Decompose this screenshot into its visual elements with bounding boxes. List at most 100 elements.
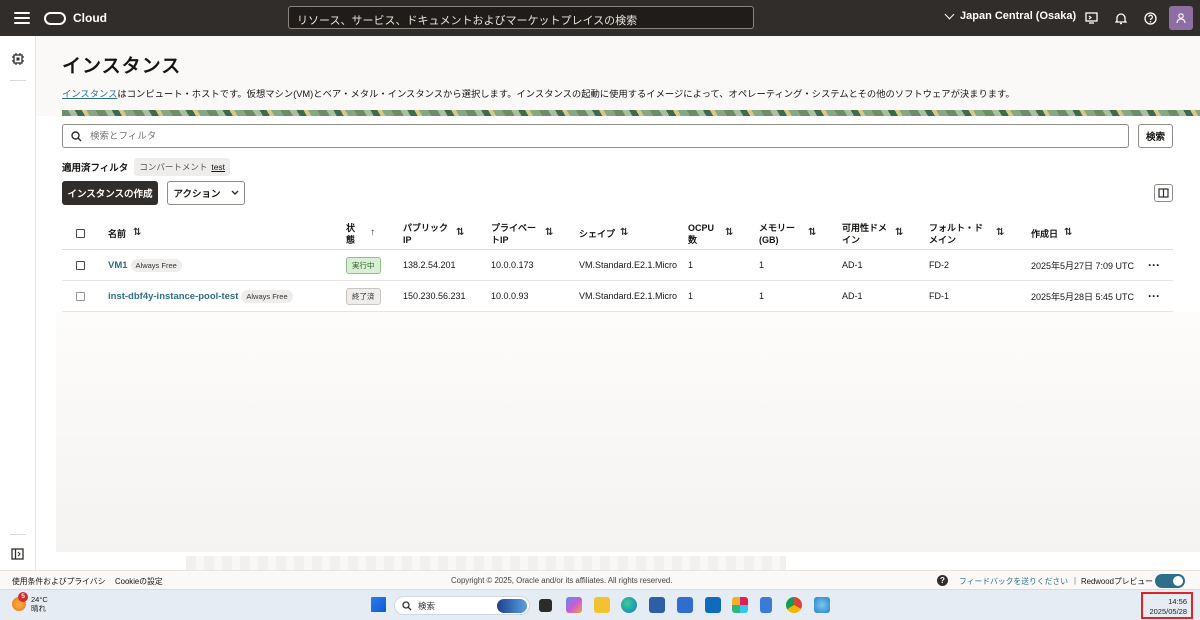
actions-dropdown-button[interactable]: アクション xyxy=(167,181,245,205)
system-clock[interactable]: 14:56 2025/05/28 xyxy=(1141,592,1193,619)
notification-badge: 5 xyxy=(18,592,28,602)
fault-domain-cell: FD-2 xyxy=(929,260,949,270)
region-selector[interactable]: Japan Central (Osaka) xyxy=(944,9,1076,22)
compute-chip-icon[interactable] xyxy=(11,52,25,66)
weather-condition: 晴れ xyxy=(31,604,46,613)
col-header-private-ip[interactable]: プライベー トIP xyxy=(491,217,536,250)
private-ip-cell: 10.0.0.173 xyxy=(491,260,534,270)
weather-widget[interactable]: 5 24°C 晴れ xyxy=(12,592,48,613)
decorative-pattern xyxy=(186,556,786,570)
global-search-input[interactable]: リソース、サービス、ドキュメントおよびマーケットプレイスの検索 xyxy=(288,6,754,29)
sort-icon[interactable]: ⇅ xyxy=(996,227,1004,238)
instances-doc-link[interactable]: インスタンス xyxy=(62,89,117,99)
user-avatar[interactable] xyxy=(1169,6,1193,30)
instance-name-cell: inst-dbf4y-instance-pool-test Always Fre… xyxy=(108,281,293,311)
row-actions-menu-icon[interactable]: ··· xyxy=(1148,250,1160,280)
page-description: インスタンスはコンピュート・ホストです。仮想マシン(VM)とベア・メタル・インス… xyxy=(62,86,1015,100)
sort-icon[interactable]: ⇅ xyxy=(808,227,816,238)
app-globe-icon[interactable] xyxy=(814,597,830,613)
col-header-name[interactable]: 名前 xyxy=(108,217,126,250)
oracle-logo-icon[interactable] xyxy=(44,11,66,25)
taskbar-search-label: 検索 xyxy=(418,600,436,611)
applied-filters: 適用済フィルタ コンパートメント test xyxy=(62,158,231,176)
rail-divider xyxy=(10,534,26,535)
always-free-tag: Always Free xyxy=(130,258,182,272)
col-header-state[interactable]: 状態 xyxy=(346,217,355,250)
description-text: はコンピュート・ホストです。仮想マシン(VM)とベア・メタル・インスタンスから選… xyxy=(117,89,1015,99)
instance-name-link[interactable]: VM1 xyxy=(108,260,128,271)
col-header-created[interactable]: 作成日 xyxy=(1031,217,1058,250)
sun-icon: 5 xyxy=(12,592,28,611)
decorative-pattern-band xyxy=(62,110,1200,116)
table-row: VM1 Always Free 実行中 138.2.54.201 10.0.0.… xyxy=(62,250,1173,281)
table-empty-area xyxy=(56,312,1200,552)
sort-ascending-icon[interactable]: ↑ xyxy=(370,227,375,238)
copyright-text: Copyright © 2025, Oracle and/or its affi… xyxy=(451,576,673,585)
edge-browser-icon[interactable] xyxy=(621,597,637,613)
cloud-shell-icon[interactable] xyxy=(1083,10,1099,26)
rail-divider xyxy=(10,80,26,81)
slack-icon[interactable] xyxy=(732,597,748,613)
taskbar-search[interactable]: 検索 xyxy=(394,596,530,615)
main-content: インスタンス インスタンスはコンピュート・ホストです。仮想マシン(VM)とベア・… xyxy=(36,36,1200,570)
notepad-icon[interactable] xyxy=(760,597,772,613)
chevron-down-icon xyxy=(231,190,239,195)
file-explorer-icon[interactable] xyxy=(594,597,610,613)
sort-icon[interactable]: ⇅ xyxy=(620,227,628,238)
col-header-fault-domain[interactable]: フォルト・ド メイン xyxy=(929,217,983,250)
task-view-icon[interactable] xyxy=(539,599,552,612)
state-cell: 終了済 xyxy=(346,281,381,311)
row-actions-menu-icon[interactable]: ··· xyxy=(1148,281,1160,311)
col-header-memory[interactable]: メモリー (GB) xyxy=(759,217,795,250)
sort-icon[interactable]: ⇅ xyxy=(725,227,733,238)
search-filter-bar[interactable] xyxy=(62,124,1129,148)
state-cell: 実行中 xyxy=(346,250,381,280)
expand-panel-icon[interactable] xyxy=(11,547,25,561)
col-header-availability-domain[interactable]: 可用性ドメ イン xyxy=(842,217,887,250)
table-header: 名前 ⇅ 状態 ↑ パブリック IP ⇅ プライベー トIP ⇅ シェイプ ⇅ OC… xyxy=(62,217,1173,250)
row-checkbox[interactable] xyxy=(76,281,85,311)
select-all-checkbox[interactable] xyxy=(76,217,85,250)
feedback-link[interactable]: フィードバックを送りください xyxy=(959,576,1068,587)
col-header-shape[interactable]: シェイプ xyxy=(579,217,615,250)
sort-icon[interactable]: ⇅ xyxy=(895,227,903,238)
fault-domain-cell: FD-1 xyxy=(929,291,949,301)
cookie-settings-link[interactable]: Cookieの設定 xyxy=(115,576,163,587)
chevron-down-icon xyxy=(944,9,955,19)
col-header-ocpu[interactable]: OCPU 数 xyxy=(688,217,714,250)
ocpu-cell: 1 xyxy=(688,291,694,301)
created-cell: 2025年5月28日 5:45 UTC xyxy=(1031,291,1135,302)
sort-icon[interactable]: ⇅ xyxy=(133,227,141,238)
terms-privacy-link[interactable]: 使用条件およびプライバシ xyxy=(12,576,105,587)
col-header-public-ip[interactable]: パブリック IP xyxy=(403,217,448,250)
help-icon[interactable] xyxy=(1142,10,1158,26)
compartment-filter-chip[interactable]: コンパートメント test xyxy=(134,158,231,176)
hamburger-menu-icon[interactable] xyxy=(14,12,30,24)
create-instance-button[interactable]: インスタンスの作成 xyxy=(62,181,158,205)
status-badge: 終了済 xyxy=(346,287,381,305)
search-button[interactable]: 検索 xyxy=(1138,124,1173,148)
instance-name-link[interactable]: inst-dbf4y-instance-pool-test xyxy=(108,291,238,302)
bell-icon[interactable] xyxy=(1113,10,1129,26)
sort-icon[interactable]: ⇅ xyxy=(1064,227,1072,238)
chrome-icon[interactable] xyxy=(786,597,802,613)
feedback-help-icon[interactable]: ? xyxy=(937,575,948,586)
row-checkbox[interactable] xyxy=(76,250,85,280)
search-filter-input[interactable] xyxy=(90,130,990,142)
store-icon[interactable] xyxy=(649,597,665,613)
copilot-icon[interactable] xyxy=(566,597,582,613)
sort-icon[interactable]: ⇅ xyxy=(456,227,464,238)
sort-icon[interactable]: ⇅ xyxy=(545,227,553,238)
column-settings-icon[interactable] xyxy=(1154,184,1173,202)
created-cell: 2025年5月27日 7:09 UTC xyxy=(1031,260,1135,271)
windows-start-icon[interactable] xyxy=(371,597,386,612)
page-title: インスタンス xyxy=(62,56,182,77)
footer-separator: | xyxy=(1074,576,1077,585)
private-ip-cell: 10.0.0.93 xyxy=(491,291,529,301)
app-icon[interactable] xyxy=(677,597,693,613)
redwood-preview-toggle[interactable] xyxy=(1155,574,1185,588)
outlook-icon[interactable] xyxy=(705,597,721,613)
brand-name[interactable]: Cloud xyxy=(73,11,107,25)
always-free-tag: Always Free xyxy=(241,289,293,303)
redwood-preview-label: Redwoodプレビュー xyxy=(1081,577,1153,586)
